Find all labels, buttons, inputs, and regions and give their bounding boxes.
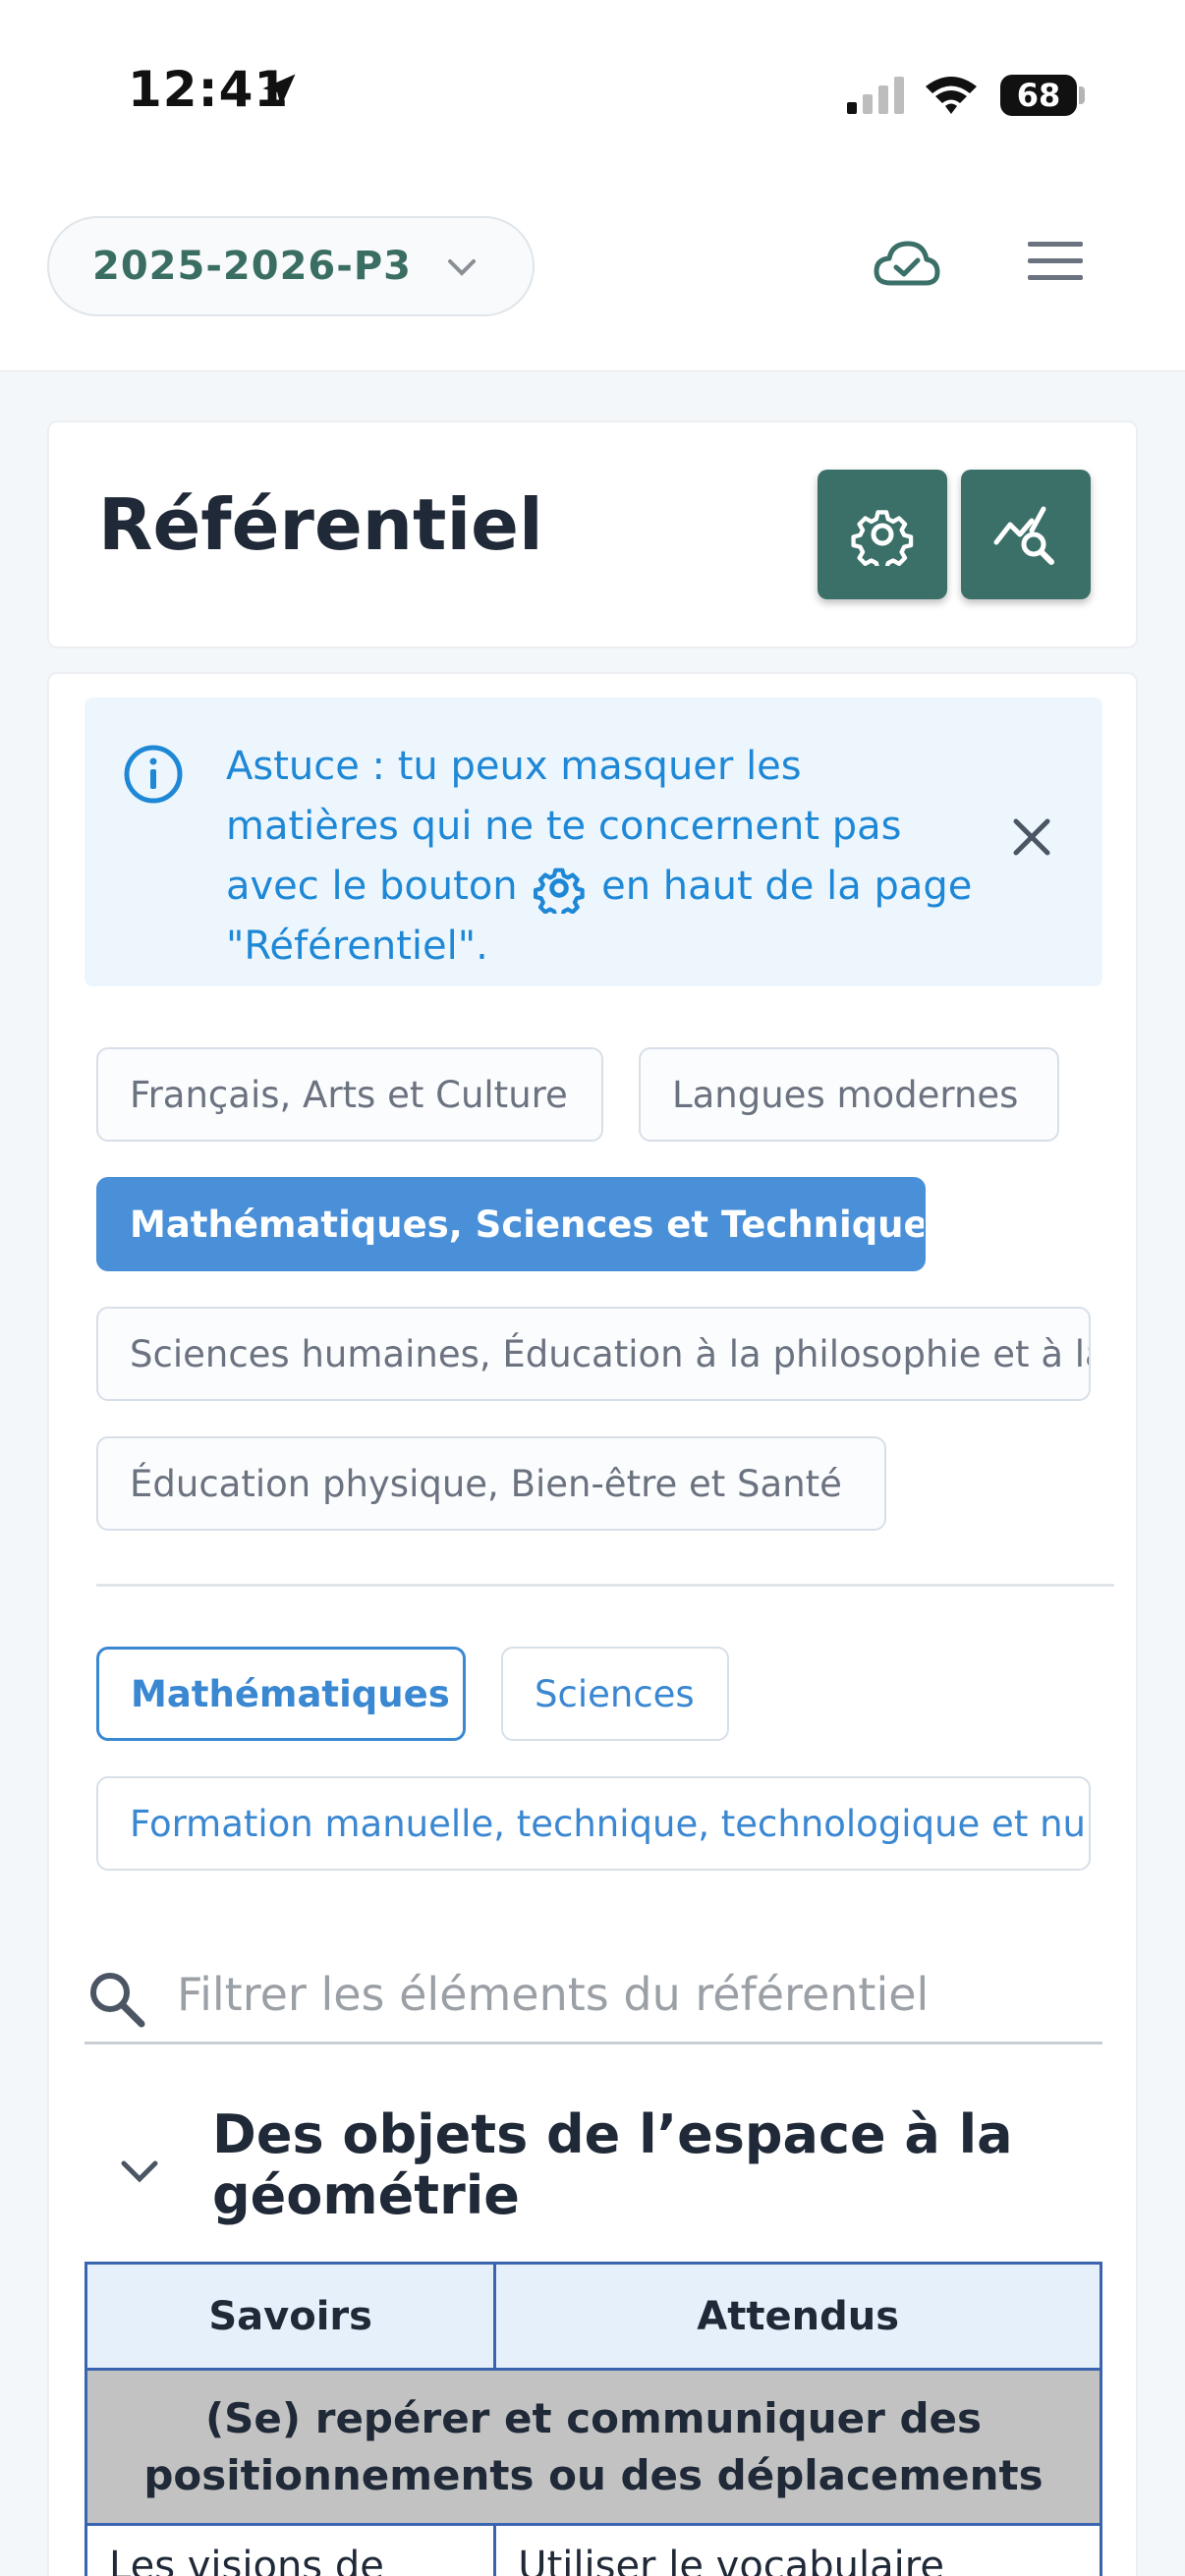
filter-input-underline [85, 2042, 1102, 2044]
info-icon [124, 745, 183, 804]
search-icon [90, 1973, 145, 2028]
subject-chip-sciences[interactable]: Sciences [501, 1647, 729, 1741]
app-screen: 12:41 68 2025-2026-P3 Référentiel Astuce… [0, 0, 1185, 2576]
school-year-select[interactable]: 2025-2026-P3 [47, 216, 535, 316]
status-bar: 12:41 68 [0, 0, 1185, 187]
page-title: Référentiel [98, 483, 543, 566]
wifi-icon [926, 77, 977, 114]
menu-icon[interactable] [1026, 240, 1085, 283]
subject-chip-formation-manuelle[interactable]: Formation manuelle, technique, technolog… [96, 1776, 1091, 1871]
column-header-attendus: Attendus [493, 2262, 1102, 2371]
table-group-row: (Se) repérer et communiquer des position… [85, 2368, 1102, 2526]
table-cell-savoir: Les visions de [84, 2523, 497, 2576]
column-header-savoirs: Savoirs [84, 2262, 497, 2371]
filter-input[interactable] [177, 1955, 1061, 2034]
table-row: Les visions de Utiliser le vocabulaire [84, 2523, 1102, 2576]
battery-indicator: 68 [1000, 75, 1077, 116]
tip-banner: Astuce : tu peux masquer les matières qu… [85, 698, 1102, 986]
table-header-row: Savoirs Attendus [84, 2262, 1102, 2371]
domain-chip-francais[interactable]: Français, Arts et Culture [96, 1047, 603, 1142]
table-cell-attendu: Utiliser le vocabulaire [493, 2523, 1102, 2576]
domain-chip-langues[interactable]: Langues modernes [639, 1047, 1059, 1142]
referential-card: Astuce : tu peux masquer les matières qu… [47, 672, 1138, 2576]
subject-chip-mathematiques[interactable]: Mathématiques [96, 1647, 466, 1741]
page-header-card: Référentiel [47, 420, 1138, 648]
settings-button[interactable] [818, 470, 947, 599]
section-title: Des objets de l’espace à la géométrie [212, 2103, 1013, 2226]
gear-icon [534, 868, 586, 914]
chevron-down-icon [448, 259, 476, 276]
tip-message: Astuce : tu peux masquer les matières qu… [226, 737, 973, 977]
cloud-sync-icon[interactable] [873, 236, 941, 295]
close-icon[interactable] [1010, 815, 1053, 859]
gear-icon [851, 510, 914, 566]
domain-chip-mathematiques-sciences[interactable]: Mathématiques, Sciences et Techniques [96, 1177, 926, 1271]
chevron-down-icon[interactable] [118, 2157, 161, 2187]
battery-tip [1079, 86, 1085, 104]
table-group-label: (Se) repérer et communiquer des position… [85, 2368, 1102, 2526]
chart-search-icon [993, 506, 1054, 565]
school-year-value: 2025-2026-P3 [92, 244, 413, 289]
app-header: 2025-2026-P3 [0, 187, 1185, 371]
cellular-signal-icon [847, 77, 904, 114]
domain-chip-education-physique[interactable]: Éducation physique, Bien-être et Santé [96, 1436, 886, 1531]
section-divider [96, 1584, 1114, 1587]
analytics-button[interactable] [961, 470, 1091, 599]
location-arrow-icon [262, 74, 296, 107]
referential-table: Savoirs Attendus (Se) repérer et communi… [84, 2262, 1102, 2576]
domain-chip-sciences-humaines[interactable]: Sciences humaines, Éducation à la philos… [96, 1307, 1091, 1401]
